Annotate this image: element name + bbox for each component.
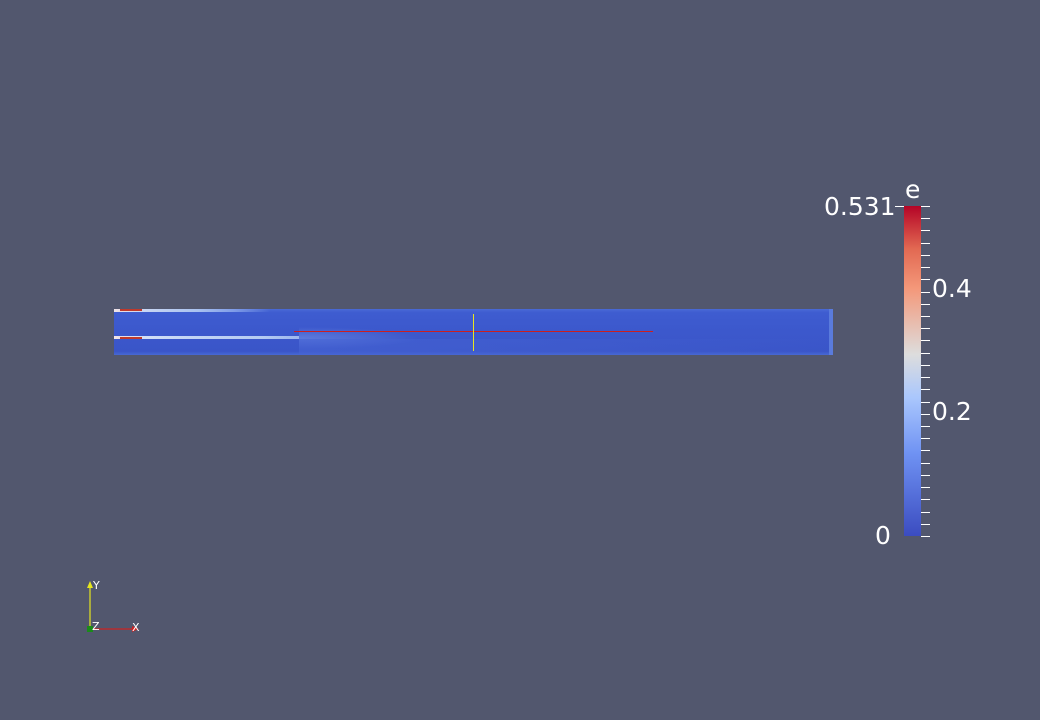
legend-minor-tick bbox=[921, 402, 930, 403]
legend-minor-tick bbox=[921, 255, 930, 256]
upper-inlet-jet bbox=[114, 309, 414, 312]
legend-minor-tick bbox=[921, 536, 930, 537]
legend-minor-tick bbox=[921, 340, 930, 341]
x-axis-label: X bbox=[132, 621, 140, 634]
legend-minor-tick bbox=[921, 292, 930, 293]
outlet-edge bbox=[829, 309, 833, 355]
legend-max-tick bbox=[895, 206, 904, 207]
legend-minor-tick bbox=[921, 316, 930, 317]
probe-point-marker[interactable] bbox=[473, 314, 474, 351]
legend-minor-tick bbox=[921, 279, 930, 280]
legend-minor-tick bbox=[921, 377, 930, 378]
legend-minor-tick bbox=[921, 512, 930, 513]
legend-minor-tick bbox=[921, 304, 930, 305]
render-viewport[interactable]: e 0.531 0.4 0.2 0 Y Z X bbox=[0, 0, 1040, 720]
legend-max-label: 0.531 bbox=[824, 192, 896, 221]
legend-minor-tick bbox=[921, 243, 930, 244]
legend-minor-tick bbox=[921, 389, 930, 390]
legend-minor-tick bbox=[921, 230, 930, 231]
z-axis-label: Z bbox=[92, 620, 100, 633]
legend-minor-tick bbox=[921, 218, 930, 219]
legend-tick-label-0-2: 0.2 bbox=[932, 397, 972, 426]
legend-minor-tick bbox=[921, 414, 930, 415]
legend-minor-tick bbox=[921, 267, 930, 268]
legend-minor-tick bbox=[921, 524, 930, 525]
splitter-inlet-hotspot bbox=[120, 337, 142, 339]
y-axis-label: Y bbox=[92, 579, 100, 592]
legend-minor-tick bbox=[921, 438, 930, 439]
legend-minor-tick bbox=[921, 353, 930, 354]
legend-minor-tick bbox=[921, 206, 930, 207]
legend-minor-tick bbox=[921, 426, 930, 427]
legend-minor-tick bbox=[921, 487, 930, 488]
legend-minor-tick bbox=[921, 328, 930, 329]
legend-minor-tick bbox=[921, 499, 930, 500]
upper-inlet-hotspot bbox=[120, 309, 142, 311]
lower-flow-band bbox=[299, 339, 833, 355]
legend-title: e bbox=[905, 175, 921, 204]
legend-tick-label-0-4: 0.4 bbox=[932, 274, 972, 303]
legend-tick-label-0: 0 bbox=[875, 521, 891, 550]
legend-minor-tick bbox=[921, 475, 930, 476]
legend-color-bar bbox=[904, 206, 921, 536]
orientation-axes: Y Z X bbox=[87, 579, 140, 634]
legend-minor-tick bbox=[921, 450, 930, 451]
legend-minor-tick bbox=[921, 365, 930, 366]
legend-minor-tick bbox=[921, 463, 930, 464]
